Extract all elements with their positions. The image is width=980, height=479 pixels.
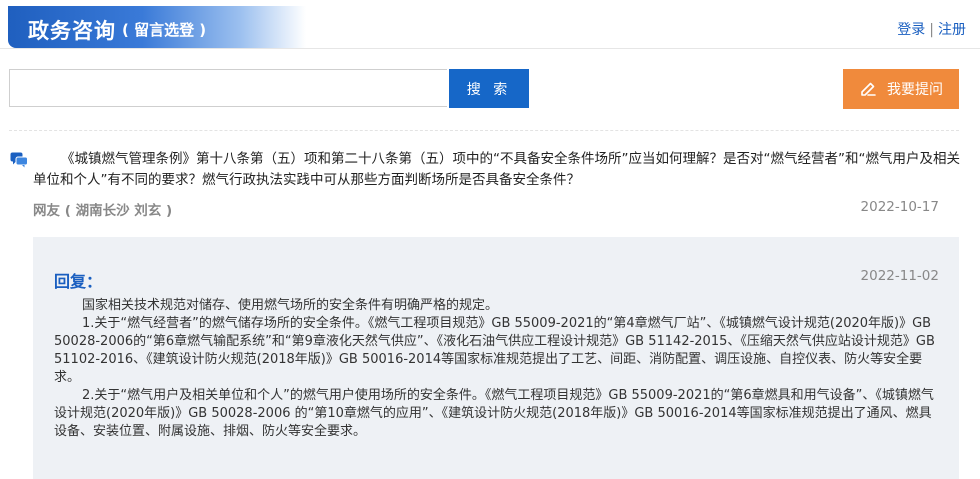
reply-label: 回复： xyxy=(54,272,103,291)
chat-bubble-icon xyxy=(10,152,28,168)
reply-box: 回复： 2022-11-02 国家相关技术规范对储存、使用燃气场所的安全条件有明… xyxy=(33,237,959,479)
ask-question-label: 我要提问 xyxy=(887,82,943,98)
register-link[interactable]: 注册 xyxy=(938,22,966,38)
reply-paragraph: 2.关于“燃气用户及相关单位和个人”的燃气用户使用场所的安全条件。《燃气工程项目… xyxy=(54,388,934,439)
page-header: 政务咨询 ( 留言选登 ) 登录 | 注册 xyxy=(0,0,980,49)
question-text: 《城镇燃气管理条例》第十八条第（五）项和第二十八条第（五）项中的“不具备安全条件… xyxy=(33,151,960,188)
reply-paragraph: 1.关于“燃气经营者”的燃气储存场所的安全条件。《燃气工程项目规范》GB 550… xyxy=(54,316,935,385)
divider xyxy=(9,130,959,131)
reply-paragraph: 国家相关技术规范对储存、使用燃气场所的安全条件有明确严格的规定。 xyxy=(82,298,499,313)
search-input[interactable] xyxy=(9,69,447,107)
reply-body: 国家相关技术规范对储存、使用燃气场所的安全条件有明确严格的规定。 1.关于“燃气… xyxy=(54,297,944,441)
auth-separator: | xyxy=(929,22,934,38)
ask-question-button[interactable]: 我要提问 xyxy=(843,69,959,109)
pencil-icon xyxy=(861,82,876,96)
page-subtitle: ( 留言选登 ) xyxy=(122,21,207,39)
auth-links: 登录 | 注册 xyxy=(897,19,966,39)
asker-info: 网友 ( 湖南长沙 刘玄 ) xyxy=(33,203,173,219)
page-title: 政务咨询 xyxy=(28,19,116,43)
title-banner: 政务咨询 ( 留言选登 ) xyxy=(8,6,306,48)
login-link[interactable]: 登录 xyxy=(897,22,925,38)
question-date: 2022-10-17 xyxy=(860,199,939,215)
reply-date: 2022-11-02 xyxy=(860,268,939,284)
search-button[interactable]: 搜 索 xyxy=(449,69,529,108)
